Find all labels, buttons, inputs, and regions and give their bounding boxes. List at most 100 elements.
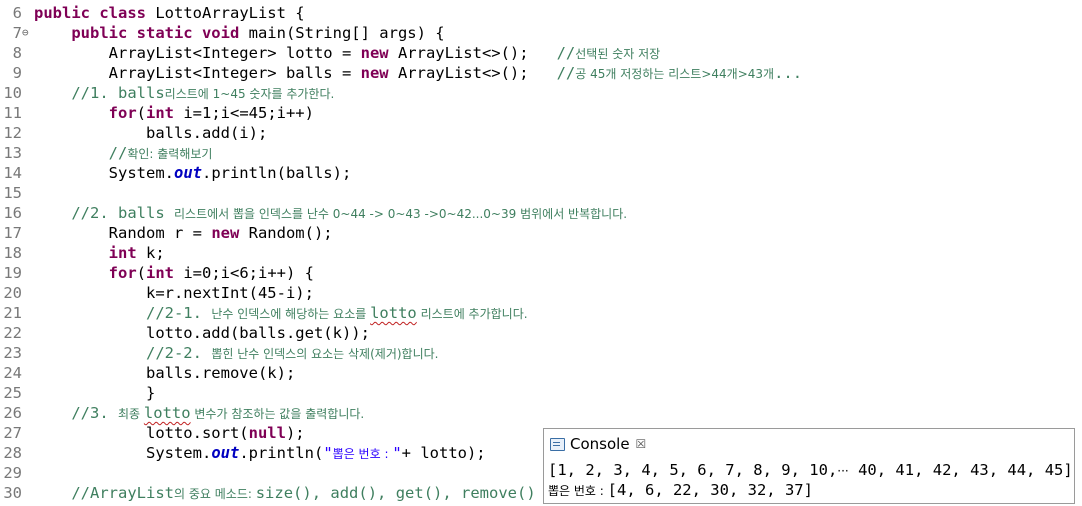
code-line[interactable]: 16 //2. balls 리스트에서 뽑을 인덱스를 난수 0~44 -> 0… <box>0 203 1082 223</box>
code-token: 최종 <box>118 407 144 421</box>
code-line[interactable]: 10 //1. balls리스트에 1~45 숫자를 추가한다. <box>0 83 1082 103</box>
code-text: } <box>34 383 155 403</box>
code-token: //ArrayList <box>71 484 174 502</box>
console-output-token: ··· <box>837 464 849 478</box>
line-number: 28 <box>3 444 22 462</box>
line-number: 6 <box>12 4 22 22</box>
code-token: ArrayList<Integer> lotto = <box>34 44 361 62</box>
code-token: out <box>211 444 240 462</box>
code-token: 변수가 참조하는 값을 출력합니다. <box>190 407 365 421</box>
code-line[interactable]: 17 Random r = new Random(); <box>0 223 1082 243</box>
code-line[interactable]: 26 //3. 최종 lotto 변수가 참조하는 값을 출력합니다. <box>0 403 1082 423</box>
code-token: for <box>108 104 137 122</box>
code-token: System. <box>34 444 212 462</box>
code-text: balls.add(i); <box>34 123 267 143</box>
code-token: //2-2. <box>145 344 212 362</box>
code-line[interactable]: 21 //2-1. 난수 인덱스에 해당하는 요소를 lotto 리스트에 추가… <box>0 303 1082 323</box>
code-token: ArrayList<Integer> balls = <box>34 64 361 82</box>
code-token: 리스트에 추가합니다. <box>416 307 528 321</box>
code-line[interactable]: 11 for(int i=1;i<=45;i++) <box>0 103 1082 123</box>
code-text: k=r.nextInt(45-i); <box>34 283 314 303</box>
code-token: 리스트에서 뽑을 인덱스를 난수 0~44 -> 0~43 ->0~42...0… <box>173 207 628 221</box>
code-line[interactable]: 8 ArrayList<Integer> lotto = new ArrayLi… <box>0 43 1082 63</box>
code-line[interactable]: 23 //2-2. 뽑힌 난수 인덱스의 요소는 삭제(제거)합니다. <box>0 343 1082 363</box>
code-line[interactable]: 22 lotto.add(balls.get(k)); <box>0 323 1082 343</box>
console-tab[interactable]: Console ☒ <box>544 429 1074 459</box>
code-token: k=r.nextInt(45-i); <box>34 284 314 302</box>
console-output-token: [1, 2, 3, 4, 5, 6, 7, 8, 9, 10, <box>548 461 838 479</box>
line-number: 14 <box>3 164 22 182</box>
code-token: 뽑힌 난수 인덱스의 요소는 삭제(제거)합니다. <box>211 347 439 361</box>
code-line[interactable]: 15 <box>0 183 1082 203</box>
line-number: 19 <box>3 264 22 282</box>
code-text: //1. balls리스트에 1~45 숫자를 추가한다. <box>34 83 334 104</box>
code-token: lotto.sort( <box>34 424 249 442</box>
code-text: //ArrayList의 중요 메소드: size(), add(), get(… <box>34 483 536 504</box>
code-token: for <box>108 264 137 282</box>
line-number: 27 <box>3 424 22 442</box>
code-token: balls.add(i); <box>34 124 268 142</box>
code-line[interactable]: 18 int k; <box>0 243 1082 263</box>
close-icon[interactable]: ☒ <box>636 437 647 451</box>
code-line[interactable]: 7 ⊖ public static void main(String[] args… <box>0 23 1082 43</box>
code-token: 의 중요 메소드: <box>173 487 256 501</box>
code-text: public class LottoArrayList { <box>34 3 305 23</box>
code-line[interactable]: 20 k=r.nextInt(45-i); <box>0 283 1082 303</box>
console-output-token: 40, 41, 42, 43, 44, 45] <box>848 461 1073 479</box>
code-token: ( <box>136 104 146 122</box>
code-token: //2-1. <box>145 304 212 322</box>
code-token: ( <box>136 264 146 282</box>
console-output-line: [1, 2, 3, 4, 5, 6, 7, 8, 9, 10,··· 40, 4… <box>548 460 1073 480</box>
code-token: System. <box>34 164 174 182</box>
code-token: //2. balls <box>71 204 174 222</box>
console-output-token: [4, 6, 22, 30, 32, 37] <box>607 481 813 499</box>
code-text: ArrayList<Integer> lotto = new ArrayList… <box>34 43 661 64</box>
code-text: //2. balls 리스트에서 뽑을 인덱스를 난수 0~44 -> 0~43… <box>34 203 627 224</box>
line-number: 30 <box>3 484 22 502</box>
code-token: Random r = <box>34 224 212 242</box>
code-text: //2-1. 난수 인덱스에 해당하는 요소를 lotto 리스트에 추가합니다… <box>34 303 528 324</box>
code-text: public static void main(String[] args) { <box>34 23 444 43</box>
code-text: //2-2. 뽑힌 난수 인덱스의 요소는 삭제(제거)합니다. <box>34 343 439 364</box>
code-line[interactable]: 6 public class LottoArrayList { <box>0 3 1082 23</box>
console-view: Console ☒ [1, 2, 3, 4, 5, 6, 7, 8, 9, 10… <box>543 428 1075 504</box>
code-token: LottoArrayList { <box>155 4 305 22</box>
console-output-line: 뽑은 번호 : [4, 6, 22, 30, 32, 37] <box>548 480 813 500</box>
code-text: for(int i=0;i<6;i++) { <box>34 263 314 283</box>
code-line[interactable]: 19 for(int i=0;i<6;i++) { <box>0 263 1082 283</box>
code-token: " <box>392 444 402 462</box>
line-number: 7 <box>12 24 22 42</box>
console-output-token: 뽑은 번호 : <box>548 484 608 498</box>
line-number: 29 <box>3 464 22 482</box>
code-token: lotto.add(balls.get(k)); <box>34 324 370 342</box>
code-line[interactable]: 12 balls.add(i); <box>0 123 1082 143</box>
code-line[interactable]: 14 System.out.println(balls); <box>0 163 1082 183</box>
code-text: balls.remove(k); <box>34 363 295 383</box>
code-line[interactable]: 9 ArrayList<Integer> balls = new ArrayLi… <box>0 63 1082 83</box>
code-token: balls.remove(k); <box>34 364 296 382</box>
code-token: .println(balls); <box>201 164 352 182</box>
code-token: ... <box>774 64 803 82</box>
code-token: //3. <box>71 404 118 422</box>
code-token: out <box>173 164 202 182</box>
code-token: 리스트에 1~45 숫자를 추가한다. <box>164 87 335 101</box>
code-token: public static void <box>71 24 249 42</box>
code-line[interactable]: 25 } <box>0 383 1082 403</box>
code-token: k; <box>145 244 165 262</box>
code-token: } <box>34 384 156 402</box>
code-token: //1. balls <box>71 84 165 102</box>
line-number: 12 <box>3 124 22 142</box>
code-line[interactable]: 24 balls.remove(k); <box>0 363 1082 383</box>
code-token: size(), add(), get(), remove() <box>255 484 536 502</box>
code-line[interactable]: 13 //확인: 출력해보기 <box>0 143 1082 163</box>
code-text: Random r = new Random(); <box>34 223 333 243</box>
code-token: // <box>556 44 576 62</box>
fold-toggle-icon[interactable]: ⊖ <box>22 23 32 43</box>
